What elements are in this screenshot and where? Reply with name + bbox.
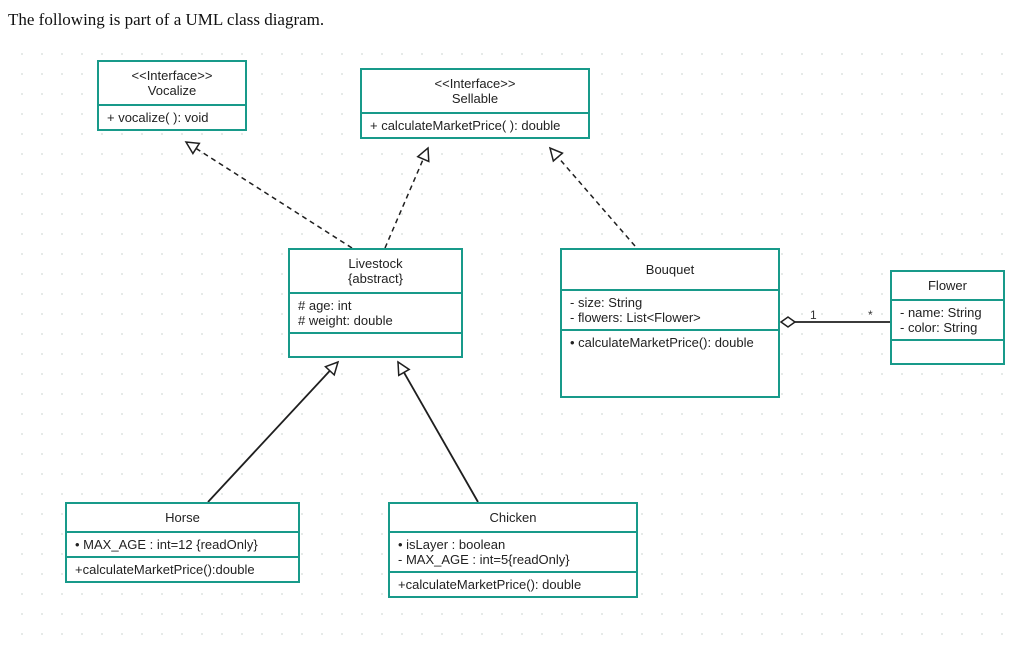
class-horse: Horse • MAX_AGE : int=12 {readOnly} +cal… (65, 502, 300, 583)
class-livestock: Livestock {abstract} # age: int # weight… (288, 248, 463, 358)
chicken-name: Chicken (490, 510, 537, 525)
edge-livestock-vocalize (186, 142, 352, 248)
bouquet-attr-1: - flowers: List<Flower> (570, 310, 770, 325)
uml-canvas: 1 * <<Interface>> Vocalize + vocalize( )… (10, 42, 1020, 642)
multiplicity-bouquet: 1 (810, 308, 817, 322)
horse-attr-0: • MAX_AGE : int=12 {readOnly} (75, 537, 290, 552)
chicken-attr-1: - MAX_AGE : int=5{readOnly} (398, 552, 628, 567)
class-chicken: Chicken • isLayer : boolean - MAX_AGE : … (388, 502, 638, 598)
diagram-caption: The following is part of a UML class dia… (0, 0, 1032, 34)
livestock-name: Livestock (348, 256, 402, 271)
flower-name: Flower (928, 278, 967, 293)
edge-horse-livestock (208, 362, 338, 502)
flower-attr-1: - color: String (900, 320, 995, 335)
multiplicity-flower: * (868, 308, 873, 322)
sellable-stereotype: <<Interface>> (370, 76, 580, 91)
edge-livestock-sellable (385, 148, 428, 248)
bouquet-attr-0: - size: String (570, 295, 770, 310)
sellable-method-0: + calculateMarketPrice( ): double (370, 118, 580, 133)
edge-chicken-livestock (398, 362, 478, 502)
chicken-attr-0: • isLayer : boolean (398, 537, 628, 552)
flower-attr-0: - name: String (900, 305, 995, 320)
vocalize-method-0: + vocalize( ): void (107, 110, 237, 125)
bouquet-method-0: • calculateMarketPrice(): double (570, 335, 770, 350)
vocalize-stereotype: <<Interface>> (107, 68, 237, 83)
edge-bouquet-sellable (550, 148, 635, 246)
livestock-attr-0: # age: int (298, 298, 453, 313)
livestock-modifier: {abstract} (348, 271, 403, 286)
vocalize-name: Vocalize (148, 83, 196, 98)
sellable-name: Sellable (452, 91, 498, 106)
horse-name: Horse (165, 510, 200, 525)
class-vocalize: <<Interface>> Vocalize + vocalize( ): vo… (97, 60, 247, 131)
chicken-method-0: +calculateMarketPrice(): double (398, 577, 628, 592)
horse-method-0: +calculateMarketPrice():double (75, 562, 290, 577)
bouquet-name: Bouquet (646, 262, 694, 277)
class-flower: Flower - name: String - color: String (890, 270, 1005, 365)
livestock-attr-1: # weight: double (298, 313, 453, 328)
class-bouquet: Bouquet - size: String - flowers: List<F… (560, 248, 780, 398)
class-sellable: <<Interface>> Sellable + calculateMarket… (360, 68, 590, 139)
